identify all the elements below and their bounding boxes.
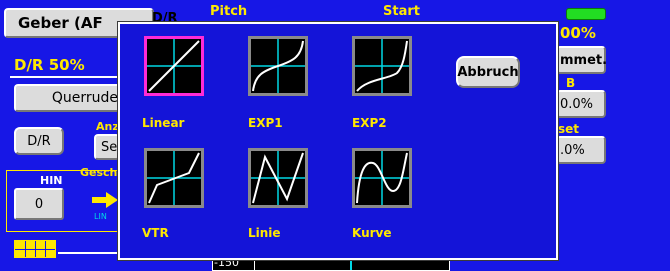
function-title-text: Geber (AF	[18, 14, 103, 32]
curve-select-dialog: Linear EXP1 EXP2 Abbruch VTR Linie Kurve	[117, 21, 559, 261]
dual-rate-value: D/R 50%	[14, 56, 85, 74]
exp2-curve-icon	[355, 39, 409, 93]
anz-label: Anz	[96, 120, 119, 133]
linear-curve-icon	[147, 39, 201, 93]
exp1-curve-icon	[251, 39, 305, 93]
curve-option-kurve[interactable]	[352, 148, 412, 208]
gesch-label: Gesch	[80, 166, 118, 179]
curve-option-linie[interactable]	[248, 148, 308, 208]
curve-option-linear[interactable]	[144, 36, 204, 96]
curve-option-exp2[interactable]	[352, 36, 412, 96]
kurve-curve-icon	[355, 151, 409, 205]
curve-label-linear: Linear	[142, 116, 185, 130]
curve-option-vtr[interactable]	[144, 148, 204, 208]
curve-label-exp2: EXP2	[352, 116, 387, 130]
se-button[interactable]: Se	[94, 134, 120, 160]
hin-value: 0	[34, 196, 44, 212]
curve-label-vtr: VTR	[142, 226, 169, 240]
right-value2-button[interactable]: .0%	[556, 136, 606, 164]
curve-label-linie: Linie	[248, 226, 281, 240]
cancel-button[interactable]: Abbruch	[456, 56, 520, 88]
dual-rate-underline	[10, 76, 118, 78]
lin-tag: LIN	[94, 212, 107, 221]
hin-value-button[interactable]: 0	[14, 188, 64, 220]
right-value1-button[interactable]: 0.0%	[556, 90, 606, 118]
screen: Geber (AF D/R Pitch Start 00% D/R 50% Qu…	[0, 0, 670, 271]
battery-icon	[566, 8, 606, 20]
grid-indicator-icon	[14, 240, 56, 258]
b-label: B	[566, 76, 576, 90]
dr-button-label: D/R	[27, 133, 51, 149]
cancel-button-label: Abbruch	[457, 64, 519, 80]
hin-label: HIN	[40, 174, 63, 187]
right-value1: 0.0%	[560, 96, 594, 112]
curve-option-exp1[interactable]	[248, 36, 308, 96]
symmetry-label: mmet.	[560, 52, 608, 68]
channel-select-button[interactable]: Querrude	[14, 84, 122, 112]
vtr-curve-icon	[147, 151, 201, 205]
right-value2: .0%	[560, 142, 585, 158]
set-label: set	[558, 122, 580, 136]
curve-label-exp1: EXP1	[248, 116, 283, 130]
symmetry-button[interactable]: mmet.	[556, 46, 608, 74]
linie-curve-icon	[251, 151, 305, 205]
column-label-pitch: Pitch	[210, 4, 248, 19]
se-button-label: Se	[101, 139, 118, 155]
curve-label-kurve: Kurve	[352, 226, 392, 240]
column-label-start: Start	[383, 4, 420, 19]
top-percentage: 00%	[560, 24, 596, 42]
arrow-right-icon	[92, 192, 118, 208]
channel-select-label: Querrude	[51, 90, 118, 106]
dr-button[interactable]: D/R	[14, 127, 64, 155]
